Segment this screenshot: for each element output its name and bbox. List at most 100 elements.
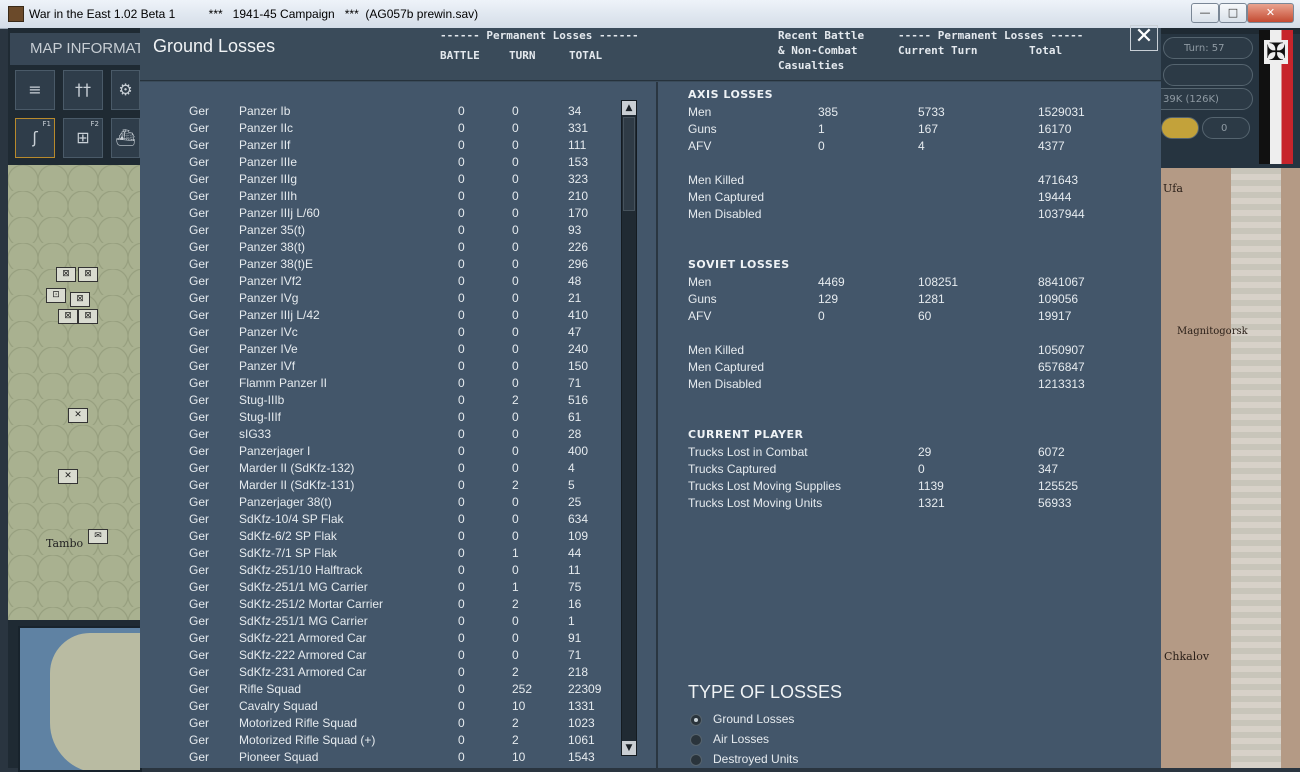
axis-row: Men Killed 471643 [688, 173, 1108, 190]
map-view-right[interactable]: Ufa Magnitogorsk Chkalov [1161, 168, 1300, 768]
loss-unit: Panzer 38(t) [239, 240, 306, 254]
loss-row[interactable]: Ger Marder II (SdKfz-132) 0 0 4 [140, 461, 620, 478]
minimap[interactable] [18, 626, 142, 772]
loss-row[interactable]: Ger SdKfz-6/2 SP Flak 0 0 109 [140, 529, 620, 546]
unit-counter[interactable]: ✕ [58, 469, 78, 484]
loss-nation: Ger [189, 104, 210, 118]
loss-row[interactable]: Ger Panzer IVc 0 0 47 [140, 325, 620, 342]
unit-counter[interactable]: ⊡ [46, 288, 66, 303]
unit-counter[interactable]: ✉ [88, 529, 108, 544]
loss-row[interactable]: Ger Motorized Rifle Squad 0 2 1023 [140, 716, 620, 733]
axis-current: 167 [918, 122, 939, 136]
loss-row[interactable]: Ger Panzerjager I 0 0 400 [140, 444, 620, 461]
loss-row[interactable]: Ger SdKfz-251/10 Halftrack 0 0 11 [140, 563, 620, 580]
supply-readout: 39K (126K) [1150, 88, 1253, 110]
scrollbar-thumb[interactable] [623, 117, 635, 211]
tank-icon[interactable]: ≡ [15, 70, 55, 110]
loss-turn: 0 [512, 240, 519, 254]
scroll-down-button[interactable]: ▼ [622, 741, 636, 755]
loss-row[interactable]: Ger Panzer IIIe 0 0 153 [140, 155, 620, 172]
loss-row[interactable]: Ger Panzer IIIh 0 0 210 [140, 189, 620, 206]
loss-nation: Ger [189, 461, 210, 475]
loss-row[interactable]: Ger SdKfz-251/2 Mortar Carrier 0 2 16 [140, 597, 620, 614]
loss-row[interactable]: Ger Panzer 38(t) 0 0 226 [140, 240, 620, 257]
loss-turn: 0 [512, 138, 519, 152]
loss-row[interactable]: Ger Panzer Ib 0 0 34 [140, 104, 620, 121]
loss-row[interactable]: Ger Panzerjager 38(t) 0 0 25 [140, 495, 620, 512]
loss-unit: Panzer IVg [239, 291, 299, 305]
loss-row[interactable]: Ger Panzer IIIj L/42 0 0 410 [140, 308, 620, 325]
scroll-up-button[interactable]: ▲ [622, 101, 636, 115]
infantry-icon[interactable]: †† [63, 70, 103, 110]
loss-row[interactable]: Ger Panzer IIc 0 0 331 [140, 121, 620, 138]
loss-row[interactable]: Ger Stug-IIIf 0 0 61 [140, 410, 620, 427]
loss-row[interactable]: Ger Panzer IVf 0 0 150 [140, 359, 620, 376]
loss-row[interactable]: Ger Rifle Squad 0 252 22309 [140, 682, 620, 699]
unit-counter[interactable]: ⊠ [78, 267, 98, 282]
radio-button[interactable] [690, 714, 702, 726]
loss-nation: Ger [189, 682, 210, 696]
radio-button[interactable] [690, 754, 702, 766]
unit-counter[interactable]: ⊠ [56, 267, 76, 282]
loss-row[interactable]: Ger SdKfz-222 Armored Car 0 0 71 [140, 648, 620, 665]
radio-button[interactable] [690, 734, 702, 746]
loss-unit: SdKfz-6/2 SP Flak [239, 529, 337, 543]
loss-turn: 0 [512, 172, 519, 186]
loss-turn: 0 [512, 648, 519, 662]
soviet-row: Men Captured 6576847 [688, 360, 1108, 377]
loss-row[interactable]: Ger Panzer IIIg 0 0 323 [140, 172, 620, 189]
axis-recent: 1 [818, 122, 825, 136]
loss-turn: 2 [512, 665, 519, 679]
window-close-button[interactable]: ✕ [1247, 3, 1294, 23]
road-icon[interactable]: F1 ʃ [15, 118, 55, 158]
loss-nation: Ger [189, 546, 210, 560]
city-label-chkalov: Chkalov [1164, 650, 1210, 663]
unit-losses-list[interactable]: Ger Panzer Ib 0 0 34 Ger Panzer IIc 0 0 331 Ger Pan… [140, 104, 620, 768]
loss-turn: 1 [512, 546, 519, 560]
loss-row[interactable]: Ger Motorized Rifle Squad (+) 0 2 1061 [140, 733, 620, 750]
loss-row[interactable]: Ger Pioneer Squad 0 10 1543 [140, 750, 620, 767]
loss-turn: 0 [512, 614, 519, 628]
maximize-button[interactable]: □ [1219, 3, 1247, 23]
gear-icon[interactable]: ⚙ [111, 70, 140, 110]
loss-row[interactable]: Ger Panzer 38(t)E 0 0 296 [140, 257, 620, 274]
rail-icon[interactable]: F2 ⊞ [63, 118, 103, 158]
loss-unit: Stug-IIIb [239, 393, 285, 407]
loss-row[interactable]: Ger Panzer IVf2 0 0 48 [140, 274, 620, 291]
map-information-header[interactable]: MAP INFORMATION [10, 33, 140, 65]
unit-counter[interactable]: ⊠ [58, 309, 78, 324]
loss-total: 93 [568, 223, 582, 237]
map-view-left[interactable]: ⊠ ⊠ ⊡ ⊠ ⊠ ⊠ ✕ ✕ ✉ Tambo [8, 165, 140, 620]
unit-counter[interactable]: ✕ [68, 408, 88, 423]
loss-row[interactable]: Ger SdKfz-221 Armored Car 0 0 91 [140, 631, 620, 648]
ship-icon[interactable]: ⛴ [111, 118, 140, 158]
loss-row[interactable]: Ger SdKfz-10/4 SP Flak 0 0 634 [140, 512, 620, 529]
close-dialog-button[interactable]: ✕ [1130, 25, 1158, 51]
loss-row[interactable]: Ger Panzer IIf 0 0 111 [140, 138, 620, 155]
loss-row[interactable]: Ger sIG33 0 0 28 [140, 427, 620, 444]
unit-counter[interactable]: ⊠ [70, 292, 90, 307]
unit-counter[interactable]: ⊠ [78, 309, 98, 324]
loss-nation: Ger [189, 138, 210, 152]
loss-row[interactable]: Ger Panzer IIIj L/60 0 0 170 [140, 206, 620, 223]
loss-row[interactable]: Ger Cavalry Squad 0 10 1331 [140, 699, 620, 716]
loss-turn: 2 [512, 478, 519, 492]
loss-row[interactable]: Ger Panzer IVe 0 0 240 [140, 342, 620, 359]
loss-row[interactable]: Ger Flamm Panzer II 0 0 71 [140, 376, 620, 393]
minimize-button[interactable]: — [1191, 3, 1219, 23]
loss-row[interactable]: Ger SdKfz-251/1 MG Carrier 0 1 75 [140, 580, 620, 597]
loss-row[interactable]: Ger SdKfz-7/1 SP Flak 0 1 44 [140, 546, 620, 563]
loss-total: 34 [568, 104, 582, 118]
loss-total: 240 [568, 342, 589, 356]
loss-row[interactable]: Ger Panzer IVg 0 0 21 [140, 291, 620, 308]
losses-scrollbar[interactable]: ▲ ▼ [621, 100, 637, 756]
loss-battle: 0 [458, 104, 465, 118]
loss-row[interactable]: Ger Marder II (SdKfz-131) 0 2 5 [140, 478, 620, 495]
loss-row[interactable]: Ger SdKfz-231 Armored Car 0 2 218 [140, 665, 620, 682]
axis-label: Men Disabled [688, 207, 762, 221]
loss-row[interactable]: Ger Stug-IIIb 0 2 516 [140, 393, 620, 410]
loss-row[interactable]: Ger Panzer 35(t) 0 0 93 [140, 223, 620, 240]
loss-total: 28 [568, 427, 582, 441]
loss-row[interactable]: Ger SdKfz-251/1 MG Carrier 0 0 1 [140, 614, 620, 631]
loss-unit: Panzer IIIh [239, 189, 298, 203]
